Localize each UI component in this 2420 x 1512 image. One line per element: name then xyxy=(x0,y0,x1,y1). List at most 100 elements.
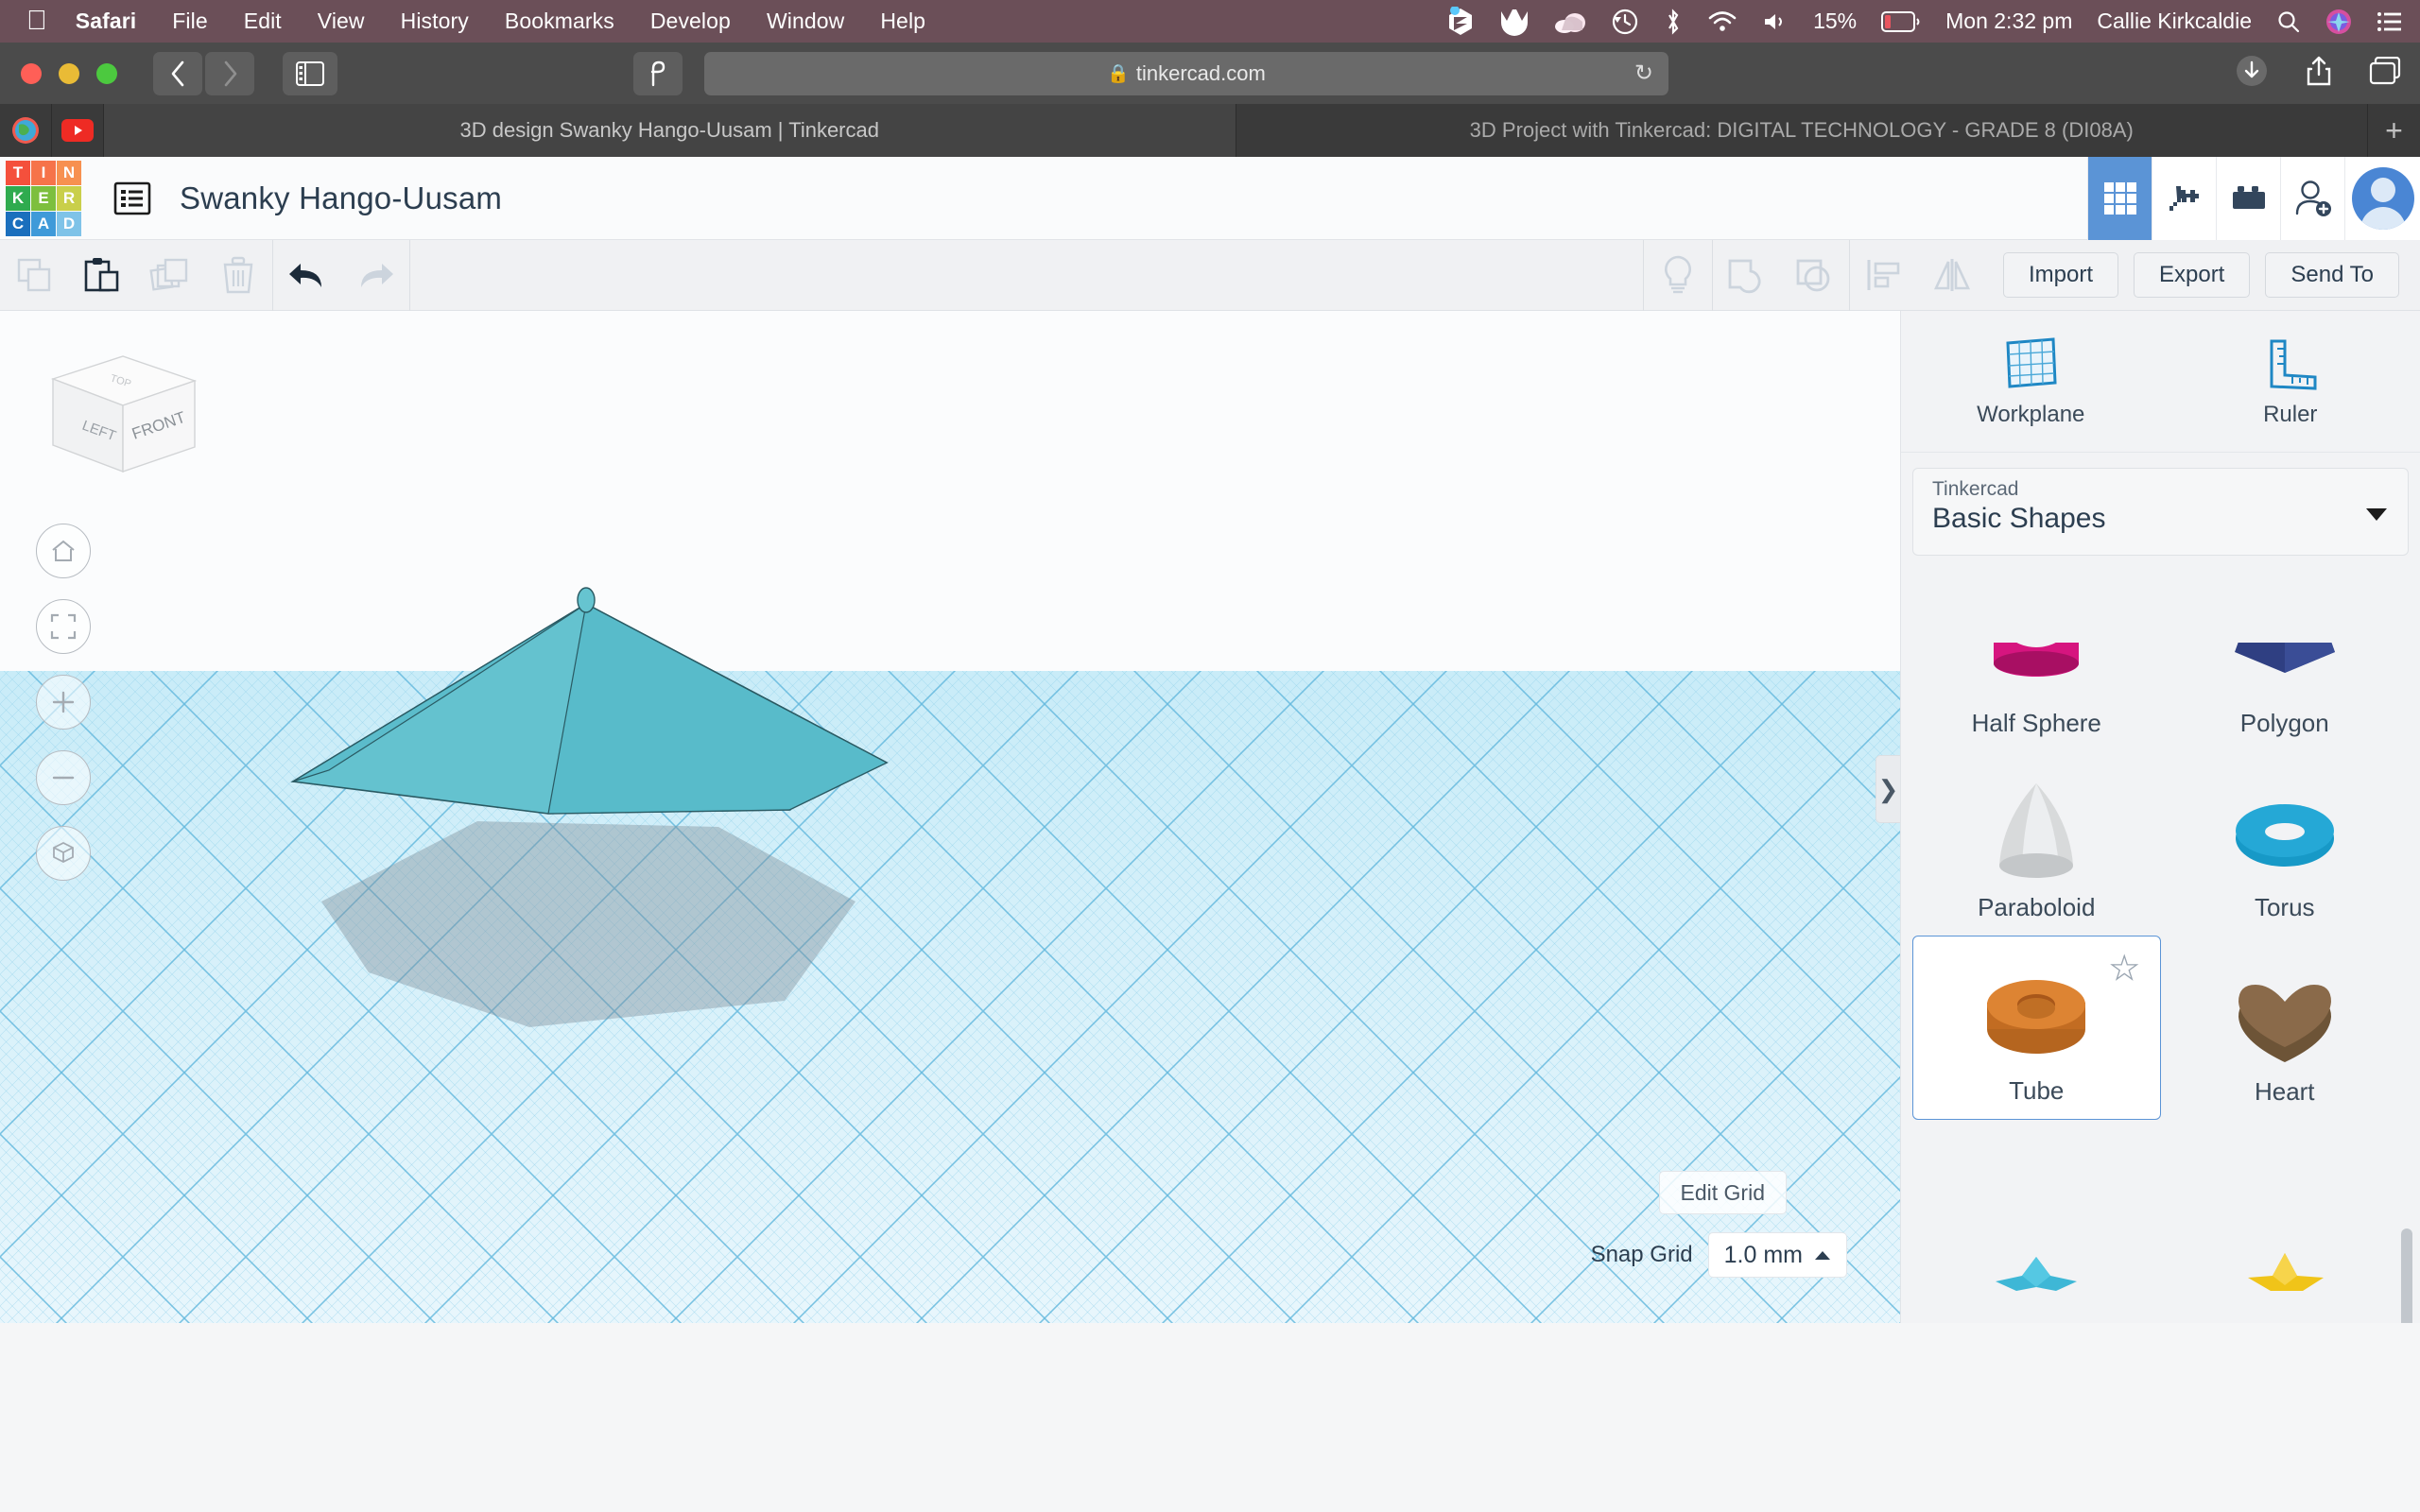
reload-icon[interactable]: ↻ xyxy=(1634,60,1653,87)
mirror-icon[interactable] xyxy=(1918,240,1986,311)
close-window-button[interactable] xyxy=(21,62,42,84)
view-cube[interactable]: LEFT FRONT TOP xyxy=(36,339,206,490)
home-view-icon[interactable] xyxy=(36,524,91,578)
heart-thumbnail xyxy=(2214,956,2356,1068)
send-to-button[interactable]: Send To xyxy=(2265,252,2399,298)
page-title[interactable]: Swanky Hango-Uusam xyxy=(180,180,502,216)
new-tab-button[interactable]: + xyxy=(2368,104,2420,157)
panel-collapse-handle[interactable]: ❯ xyxy=(1876,755,1900,823)
forward-button[interactable] xyxy=(205,51,254,95)
snap-grid-dropdown[interactable]: 1.0 mm xyxy=(1707,1232,1847,1278)
import-button[interactable]: Import xyxy=(2002,252,2118,298)
menu-view[interactable]: View xyxy=(318,9,365,34)
menu-file[interactable]: File xyxy=(172,9,207,34)
shape-torus[interactable]: Torus xyxy=(2161,751,2410,936)
category-provider-label: Tinkercad xyxy=(1932,478,2019,500)
apple-menu-icon[interactable]:  xyxy=(26,8,47,35)
zoom-in-icon[interactable] xyxy=(36,675,91,730)
redo-icon[interactable] xyxy=(341,240,409,311)
shape-grid: Half Sphere Polygon Paraboloid Torus ★ T… xyxy=(1901,567,2420,1323)
shape-tube[interactable]: ★ Tube xyxy=(1912,936,2161,1120)
align-icon[interactable] xyxy=(1850,240,1918,311)
fit-to-view-icon[interactable] xyxy=(36,599,91,654)
maximize-window-button[interactable] xyxy=(96,62,117,84)
shape-heart[interactable]: Heart xyxy=(2161,936,2410,1120)
document-list-icon[interactable] xyxy=(112,178,153,219)
undo-icon[interactable] xyxy=(273,240,341,311)
3d-canvas[interactable]: LEFT FRONT TOP Edit Grid Snap Grid 1.0 m… xyxy=(0,311,1900,1323)
star-outline-icon[interactable]: ★ xyxy=(2109,950,2139,988)
account-name[interactable]: Callie Kirkcaldie xyxy=(2097,9,2252,34)
youtube-favicon[interactable] xyxy=(52,104,104,157)
share-button[interactable] xyxy=(2305,55,2333,92)
malwarebytes-icon[interactable] xyxy=(1499,8,1530,36)
menu-develop[interactable]: Develop xyxy=(650,9,731,34)
wifi-icon[interactable] xyxy=(1707,10,1737,33)
siri-icon[interactable] xyxy=(2325,9,2352,35)
duplicate-icon[interactable] xyxy=(136,240,204,311)
shape-star-3d[interactable] xyxy=(1912,1120,2161,1304)
tab-overview-button[interactable] xyxy=(2369,56,2401,90)
url-text: tinkercad.com xyxy=(1135,60,1266,85)
globe-favicon[interactable] xyxy=(0,104,52,157)
sketch-icon[interactable] xyxy=(1446,6,1475,37)
search-icon[interactable] xyxy=(2276,9,2301,34)
ruler-tool[interactable]: Ruler xyxy=(2161,311,2420,452)
shape-polygon[interactable]: Polygon xyxy=(2161,567,2410,751)
paraboloid-thumbnail xyxy=(1965,772,2107,884)
avatar[interactable] xyxy=(2344,157,2420,240)
address-bar[interactable]: 🔒 tinkercad.com ↻ xyxy=(704,51,1668,95)
downloads-button[interactable] xyxy=(2235,54,2269,93)
menu-bookmarks[interactable]: Bookmarks xyxy=(505,9,614,34)
cone-object[interactable] xyxy=(274,585,917,831)
lock-icon: 🔒 xyxy=(1107,63,1130,84)
sidebar-toggle-button[interactable] xyxy=(283,51,337,95)
tinkercad-logo[interactable]: T I N K E R C A D xyxy=(6,160,83,236)
menu-safari[interactable]: Safari xyxy=(76,9,137,34)
caret-down-icon[interactable] xyxy=(2366,508,2387,521)
ungroup-icon[interactable] xyxy=(1781,240,1849,311)
battery-percent: 15% xyxy=(1813,9,1858,33)
shape-star[interactable] xyxy=(2161,1120,2410,1304)
shape-paraboloid[interactable]: Paraboloid xyxy=(1912,751,2161,936)
edit-grid-button[interactable]: Edit Grid xyxy=(1658,1171,1787,1214)
pickaxe-icon[interactable] xyxy=(2152,157,2216,240)
ruler-label: Ruler xyxy=(2263,401,2318,427)
group-icon[interactable] xyxy=(1713,240,1781,311)
volume-icon[interactable] xyxy=(1762,10,1789,33)
lightbulb-icon[interactable] xyxy=(1644,240,1712,311)
battery-icon[interactable] xyxy=(1881,10,1921,32)
panel-tools: Workplane Ruler xyxy=(1901,311,2420,453)
time-machine-icon[interactable] xyxy=(1611,8,1639,36)
menu-history[interactable]: History xyxy=(401,9,469,34)
menu-window[interactable]: Window xyxy=(767,9,844,34)
menu-edit[interactable]: Edit xyxy=(244,9,282,34)
clock[interactable]: Mon 2:32 pm xyxy=(1945,9,2072,34)
panel-scrollbar[interactable] xyxy=(2401,1228,2412,1323)
lego-brick-icon[interactable] xyxy=(2216,157,2280,240)
menu-help[interactable]: Help xyxy=(880,9,925,34)
reader-view-button[interactable] xyxy=(633,51,683,95)
export-button[interactable]: Export xyxy=(2133,252,2251,298)
ortho-perspective-icon[interactable] xyxy=(36,826,91,881)
cloud-icon[interactable] xyxy=(1554,9,1586,34)
logo-tile-t: T xyxy=(6,160,30,185)
tab-1[interactable]: 3D Project with Tinkercad: DIGITAL TECHN… xyxy=(1236,104,2368,157)
workplane-icon xyxy=(2006,336,2057,388)
minimize-window-button[interactable] xyxy=(59,62,79,84)
tab-0[interactable]: 3D design Swanky Hango-Uusam | Tinkercad xyxy=(104,104,1236,157)
person-add-icon[interactable] xyxy=(2280,157,2344,240)
shape-category-dropdown[interactable]: Tinkercad Basic Shapes xyxy=(1912,468,2409,556)
logo-tile-c: C xyxy=(6,211,30,236)
shape-half-sphere[interactable]: Half Sphere xyxy=(1912,567,2161,751)
zoom-out-icon[interactable] xyxy=(36,750,91,805)
grid-icon[interactable] xyxy=(2087,157,2152,240)
bluetooth-icon[interactable] xyxy=(1664,8,1683,35)
back-button[interactable] xyxy=(153,51,202,95)
paste-icon[interactable] xyxy=(68,240,136,311)
control-center-icon[interactable] xyxy=(2377,10,2403,33)
navigation-buttons xyxy=(153,51,254,95)
copy-icon[interactable] xyxy=(0,240,68,311)
workplane-tool[interactable]: Workplane xyxy=(1901,311,2161,452)
delete-icon[interactable] xyxy=(204,240,272,311)
